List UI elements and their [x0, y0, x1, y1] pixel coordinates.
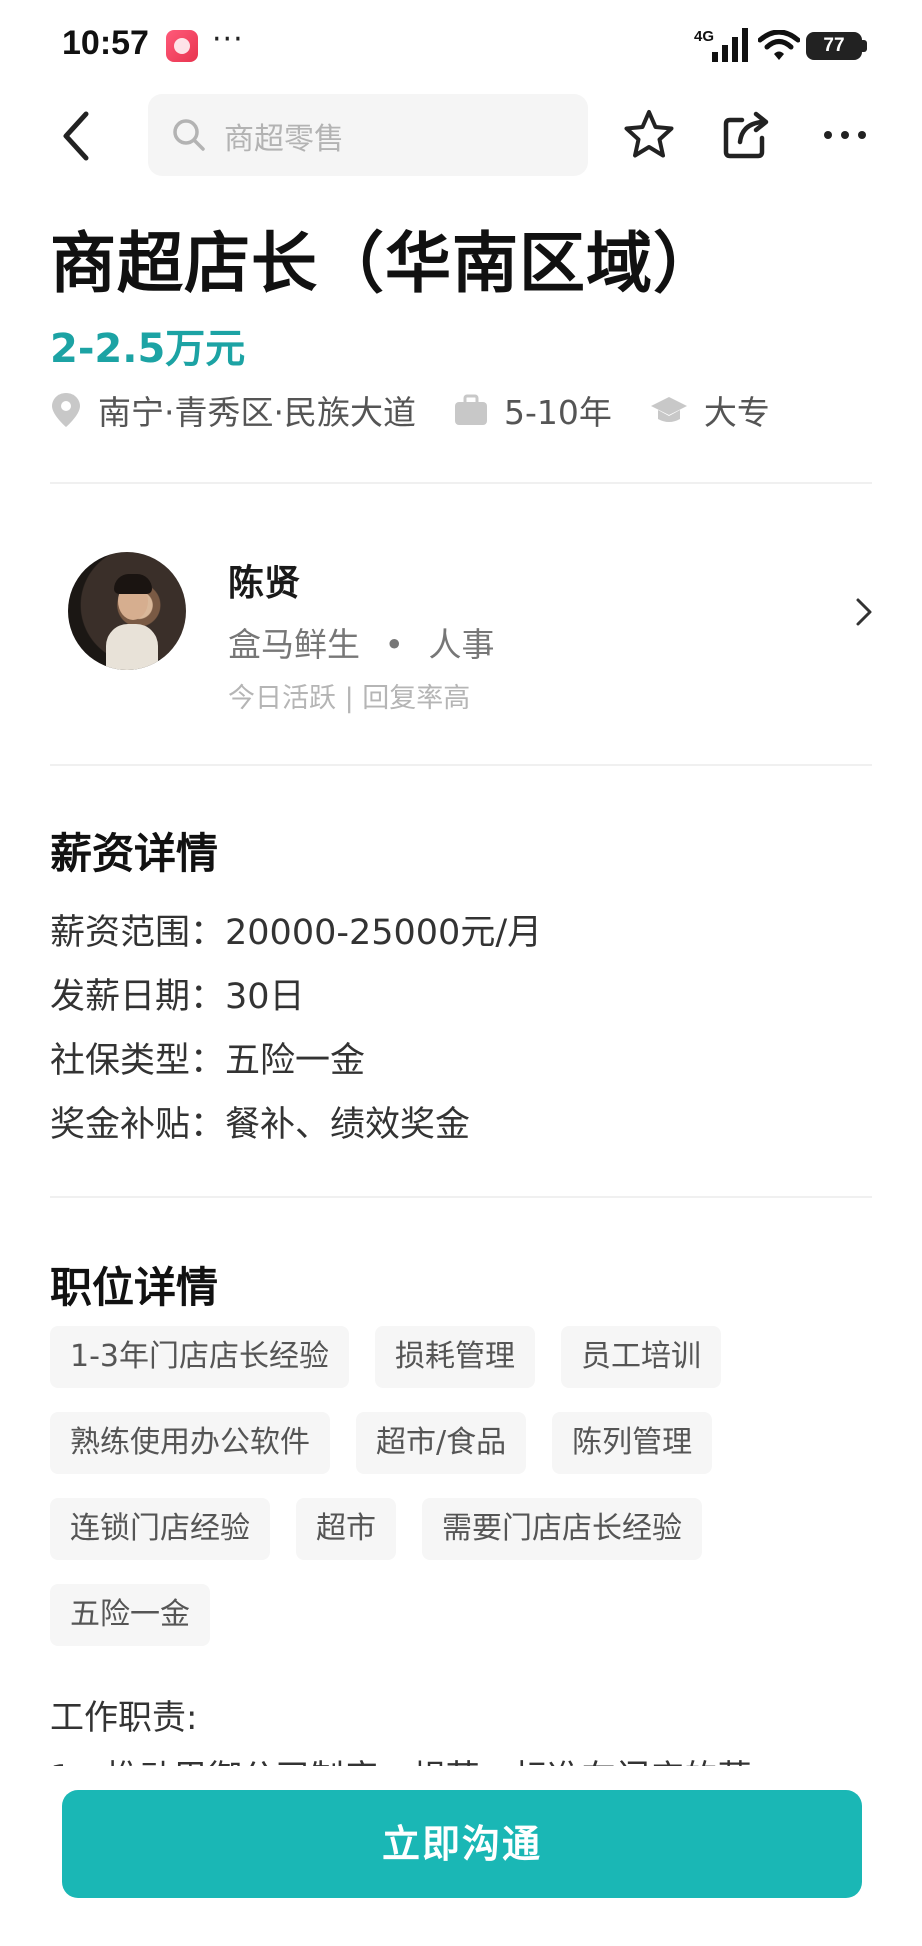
detail-value: 餐补、绩效奖金 — [225, 1105, 471, 1145]
status-more-dots: ··· — [212, 22, 244, 57]
education-text: 大专 — [703, 393, 770, 432]
back-arrow-icon[interactable] — [54, 106, 104, 166]
skill-tag: 熟练使用办公软件 — [50, 1412, 330, 1474]
wifi-icon — [758, 30, 800, 60]
job-experience: 5-10年 — [454, 386, 612, 434]
location-text: 南宁·青秀区·民族大道 — [98, 393, 416, 432]
bonus-row: 奖金补贴：餐补、绩效奖金 — [50, 1096, 470, 1147]
salary-range: 2-2.5万元 — [50, 326, 246, 372]
more-icon[interactable] — [820, 118, 870, 152]
skill-tag: 1-3年门店店长经验 — [50, 1326, 349, 1388]
detail-value: 30日 — [225, 977, 305, 1017]
divider — [50, 482, 872, 484]
separator-dot: • — [384, 625, 404, 664]
skill-tags: 1-3年门店店长经验 损耗管理 员工培训 熟练使用办公软件 超市/食品 陈列管理… — [50, 1326, 840, 1670]
skill-tag: 损耗管理 — [375, 1326, 535, 1388]
skill-tag: 连锁门店经验 — [50, 1498, 270, 1560]
detail-label: 薪资范围： — [50, 913, 226, 953]
recruiter-activity: 今日活跃 | 回复率高 — [228, 683, 471, 714]
detail-label: 发薪日期： — [50, 977, 226, 1017]
status-time: 10:57 — [62, 24, 149, 62]
skill-tag: 超市/食品 — [356, 1412, 527, 1474]
job-title: 商超店长（华南区域） — [50, 225, 720, 302]
insurance-row: 社保类型：五险一金 — [50, 1032, 365, 1083]
avatar[interactable] — [68, 552, 186, 670]
detail-label: 奖金补贴： — [50, 1105, 226, 1145]
chat-now-button[interactable]: 立即沟通 — [62, 1790, 862, 1898]
detail-value: 五险一金 — [225, 1041, 366, 1081]
recruiter-name: 陈贤 — [228, 563, 301, 604]
divider — [50, 1196, 872, 1198]
search-placeholder: 商超零售 — [224, 122, 344, 157]
network-type-label: 4G — [694, 28, 715, 45]
skill-tag: 需要门店店长经验 — [422, 1498, 702, 1560]
experience-text: 5-10年 — [503, 393, 612, 432]
signal-icon — [712, 28, 748, 62]
graduation-cap-icon — [650, 397, 687, 422]
chevron-right-icon[interactable] — [852, 596, 876, 628]
battery-tip — [862, 40, 867, 52]
notification-app-icon — [166, 30, 198, 62]
search-icon — [173, 119, 205, 151]
job-location: 南宁·青秀区·民族大道 — [50, 386, 416, 434]
briefcase-icon — [454, 394, 487, 425]
skill-tag: 员工培训 — [561, 1326, 721, 1388]
star-icon[interactable] — [622, 108, 676, 162]
duties-title: 工作职责: — [50, 1698, 198, 1738]
battery-level: 77 — [806, 32, 862, 60]
detail-value: 20000-25000元/月 — [225, 913, 543, 953]
recruiter-role: 人事 — [428, 625, 495, 664]
recruiter-company: 盒马鲜生 — [228, 625, 360, 664]
detail-label: 社保类型： — [50, 1041, 226, 1081]
share-icon[interactable] — [722, 108, 774, 160]
skill-tag: 超市 — [296, 1498, 396, 1560]
location-pin-icon — [52, 393, 80, 427]
skill-tag: 陈列管理 — [552, 1412, 713, 1474]
position-details-title: 职位详情 — [50, 1263, 219, 1312]
recruiter-company-role: 盒马鲜生 • 人事 — [228, 618, 494, 666]
search-input[interactable]: 商超零售 — [148, 94, 588, 176]
divider — [50, 764, 872, 766]
job-education: 大专 — [650, 386, 770, 434]
job-meta-row: 南宁·青秀区·民族大道 5-10年 大专 — [50, 384, 808, 436]
pay-date-row: 发薪日期：30日 — [50, 968, 305, 1019]
salary-details-title: 薪资详情 — [50, 829, 219, 878]
salary-range-row: 薪资范围：20000-25000元/月 — [50, 904, 542, 955]
skill-tag: 五险一金 — [50, 1584, 210, 1646]
